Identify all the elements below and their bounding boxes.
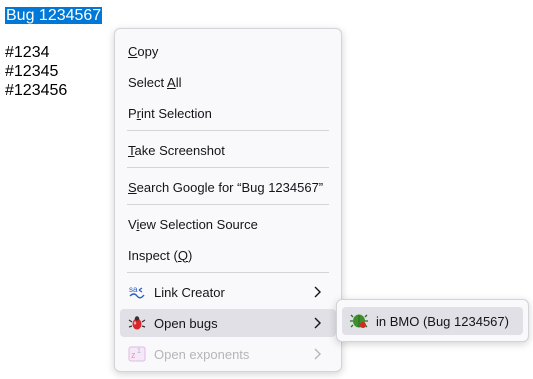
page-selected-line: Bug 1234567 bbox=[5, 6, 103, 25]
menu-item-view-selection-source[interactable]: View Selection Source bbox=[120, 210, 336, 238]
menu-separator bbox=[127, 204, 329, 205]
page-line: #123456 bbox=[5, 82, 68, 99]
menu-item-label: Search Google for “Bug 1234567” bbox=[128, 179, 324, 195]
menu-item-label: View Selection Source bbox=[128, 216, 258, 232]
bug-icon bbox=[128, 314, 146, 332]
exponent-icon: z 1 bbox=[128, 345, 146, 363]
svg-text:sa: sa bbox=[129, 285, 138, 294]
menu-item-label: Take Screenshot bbox=[128, 142, 225, 158]
page-line: #12345 bbox=[5, 63, 59, 80]
menu-item-label: Open bugs bbox=[154, 315, 218, 331]
menu-item-print-selection[interactable]: Print Selection bbox=[120, 99, 336, 127]
chevron-right-icon bbox=[312, 285, 322, 299]
submenu-item-label: in BMO (Bug 1234567) bbox=[376, 313, 509, 329]
menu-item-open-exponents[interactable]: z 1 Open exponents bbox=[120, 340, 336, 368]
page-lines: #1234 #12345 #123456 bbox=[5, 43, 67, 100]
menu-item-take-screenshot[interactable]: Take Screenshot bbox=[120, 136, 336, 164]
link-creator-icon: sa bbox=[128, 283, 146, 301]
menu-item-label: Open exponents bbox=[154, 346, 250, 362]
chevron-right-icon bbox=[312, 347, 322, 361]
selected-text[interactable]: Bug 1234567 bbox=[5, 7, 103, 24]
menu-item-copy[interactable]: Copy bbox=[120, 37, 336, 65]
menu-item-open-bugs[interactable]: Open bugs bbox=[120, 309, 336, 337]
menu-item-label: Select All bbox=[128, 74, 182, 90]
menu-item-select-all[interactable]: Select All bbox=[120, 68, 336, 96]
submenu-item-in-bmo[interactable]: in BMO (Bug 1234567) bbox=[342, 307, 523, 335]
menu-separator bbox=[127, 167, 329, 168]
menu-separator bbox=[127, 272, 329, 273]
open-bugs-submenu: in BMO (Bug 1234567) bbox=[336, 299, 529, 342]
menu-item-inspect[interactable]: Inspect (Q) bbox=[120, 241, 336, 269]
svg-text:z: z bbox=[131, 350, 136, 360]
bmo-bug-icon bbox=[350, 312, 368, 330]
page-line: #1234 bbox=[5, 44, 50, 61]
chevron-right-icon bbox=[312, 316, 322, 330]
svg-text:1: 1 bbox=[137, 348, 141, 355]
menu-item-label: Inspect (Q) bbox=[128, 247, 193, 263]
menu-item-search-google[interactable]: Search Google for “Bug 1234567” bbox=[120, 173, 336, 201]
menu-separator bbox=[127, 130, 329, 131]
menu-item-label: Link Creator bbox=[154, 284, 225, 300]
menu-item-label: Copy bbox=[128, 43, 159, 59]
menu-item-link-creator[interactable]: sa Link Creator bbox=[120, 278, 336, 306]
menu-item-label: Print Selection bbox=[128, 105, 212, 121]
context-menu: Copy Select All Print Selection Take Scr… bbox=[114, 28, 342, 372]
